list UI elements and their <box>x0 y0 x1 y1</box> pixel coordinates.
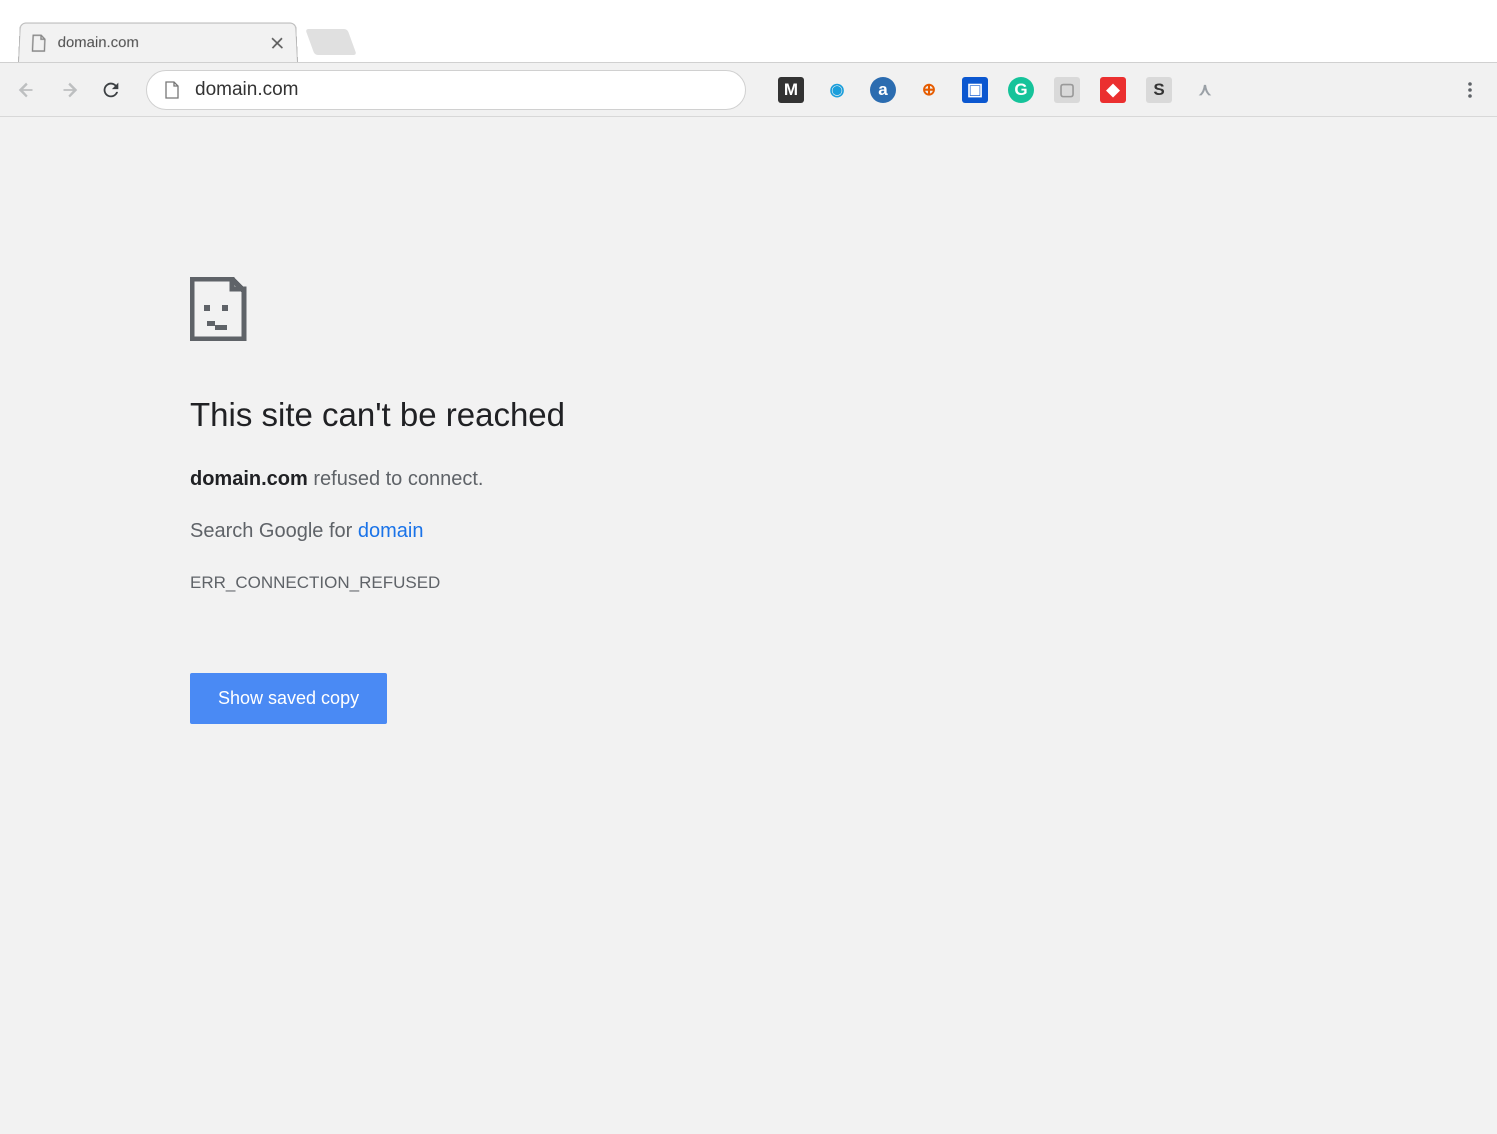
show-saved-copy-button[interactable]: Show saved copy <box>190 673 387 724</box>
tab-strip: domain.com <box>0 0 1497 62</box>
error-message: domain.com refused to connect. <box>190 464 810 494</box>
search-suggestion: Search Google for domain <box>190 520 810 543</box>
page-content: This site can't be reached domain.com re… <box>0 117 1497 1134</box>
circle-blue-extension-icon[interactable]: ◉ <box>824 77 850 103</box>
sad-page-icon <box>190 277 810 346</box>
error-host: domain.com <box>190 468 308 490</box>
new-tab-button[interactable] <box>305 29 356 55</box>
mega-extension-icon[interactable]: M <box>778 77 804 103</box>
page-info-icon[interactable] <box>163 81 181 99</box>
grammarly-extension-icon[interactable]: G <box>1008 77 1034 103</box>
grey-box-extension-icon[interactable]: ▢ <box>1054 77 1080 103</box>
error-title: This site can't be reached <box>190 396 810 434</box>
tab-title: domain.com <box>57 34 268 51</box>
extensions-area: M ◉ a ⊕ ▣ G ▢ ◆ S ⋏ <box>778 77 1218 103</box>
page-favicon-icon <box>29 34 48 52</box>
browser-tab[interactable]: domain.com <box>18 23 298 62</box>
screenshot-extension-icon[interactable]: ▣ <box>962 77 988 103</box>
tab-close-button[interactable] <box>268 34 287 52</box>
reload-button[interactable] <box>94 73 128 107</box>
bitly-extension-icon[interactable]: ⊕ <box>916 77 942 103</box>
browser-toolbar: M ◉ a ⊕ ▣ G ▢ ◆ S ⋏ <box>0 62 1497 117</box>
error-container: This site can't be reached domain.com re… <box>190 277 810 724</box>
error-message-suffix: refused to connect. <box>308 468 484 490</box>
address-bar[interactable] <box>146 70 746 110</box>
url-input[interactable] <box>195 79 729 101</box>
forward-button[interactable] <box>52 73 86 107</box>
search-prefix: Search Google for <box>190 520 358 542</box>
error-code: ERR_CONNECTION_REFUSED <box>190 573 810 593</box>
compass-extension-icon[interactable]: ⋏ <box>1192 77 1218 103</box>
back-button[interactable] <box>10 73 44 107</box>
s-extension-icon[interactable]: S <box>1146 77 1172 103</box>
amazon-extension-icon[interactable]: a <box>870 77 896 103</box>
red-extension-icon[interactable]: ◆ <box>1100 77 1126 103</box>
browser-menu-button[interactable] <box>1453 73 1487 107</box>
search-link[interactable]: domain <box>358 520 424 542</box>
